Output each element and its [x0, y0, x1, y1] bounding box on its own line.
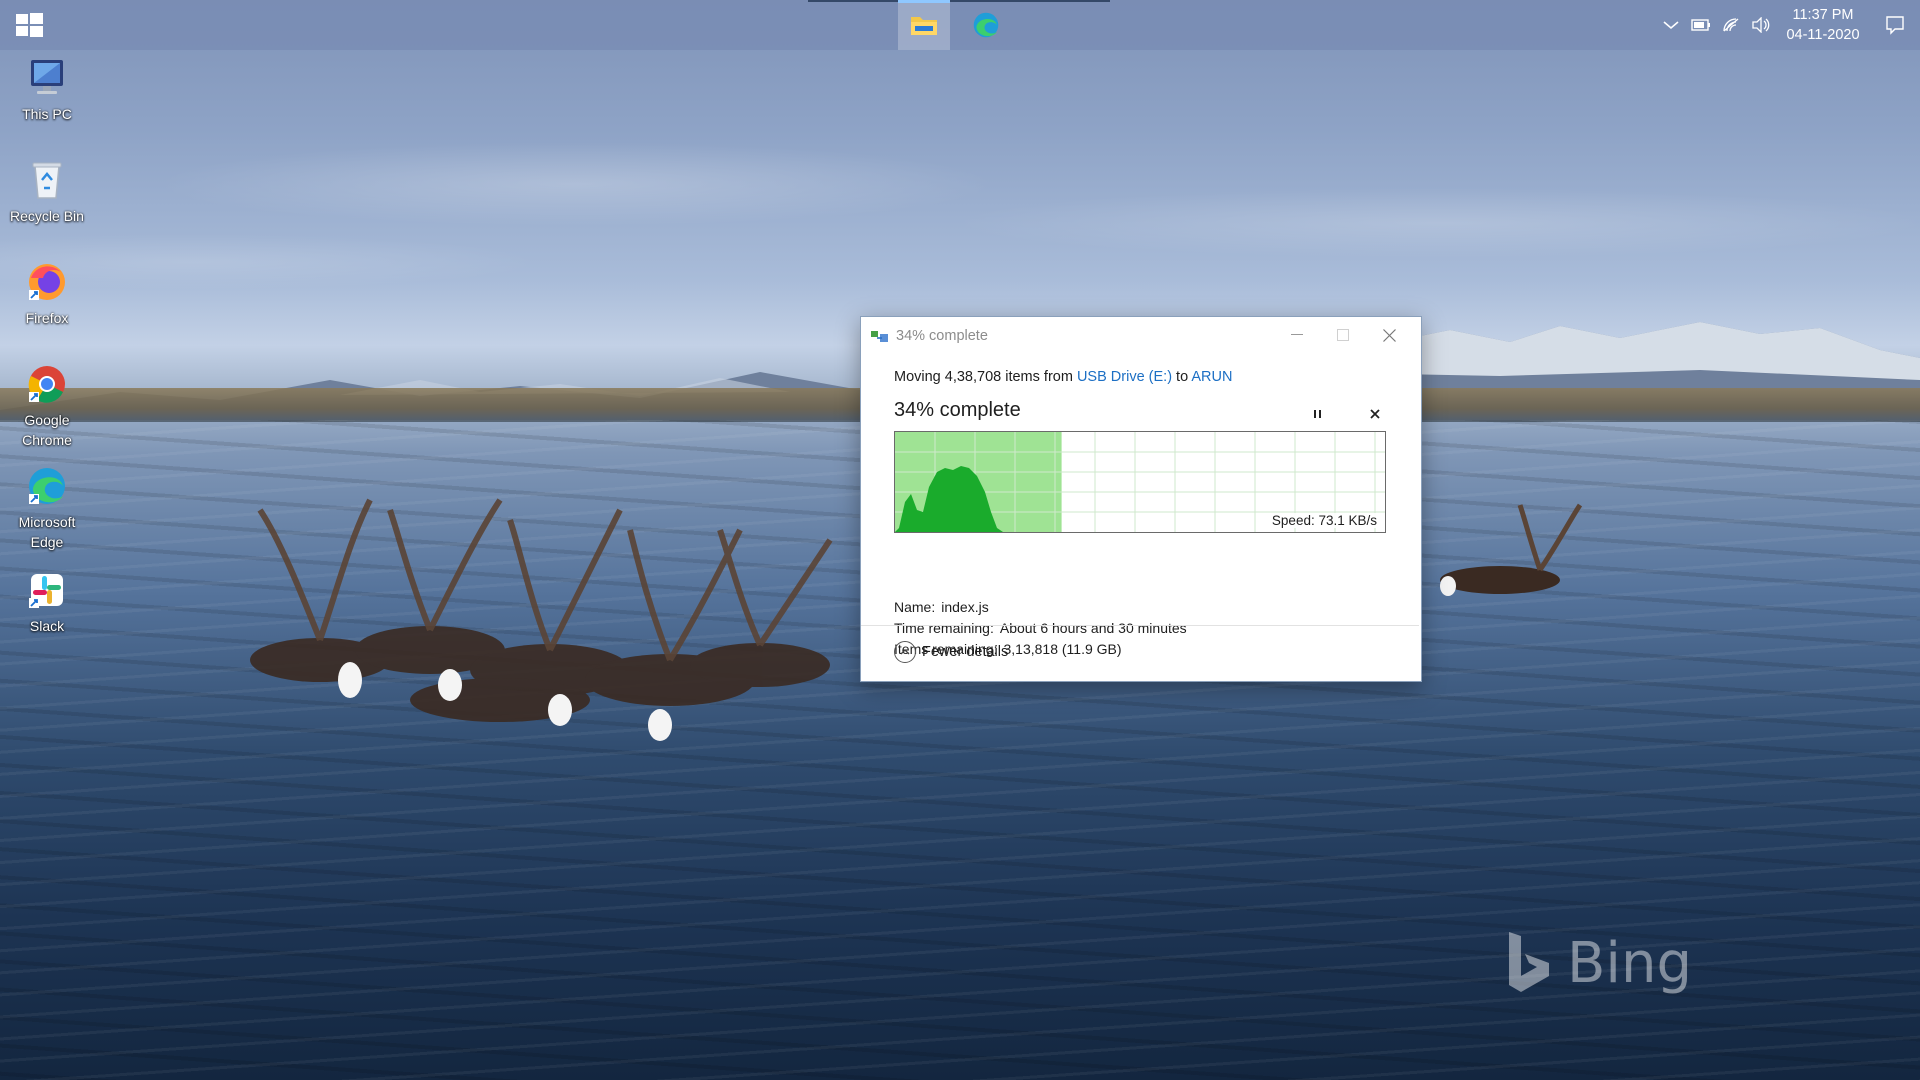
taskbar-running-indicator [808, 0, 1110, 2]
notification-icon [1886, 16, 1904, 35]
pause-button[interactable] [1307, 403, 1329, 425]
clock-time: 11:37 PM [1792, 7, 1854, 23]
desktop-icon-label: Google Chrome [22, 412, 72, 448]
desktop-icon-label: Recycle Bin [10, 208, 84, 224]
dialog-title: 34% complete [896, 328, 988, 344]
system-tray: 11:37 PM 04-11-2020 [1656, 0, 1920, 50]
desktop-icon-label: Firefox [25, 310, 69, 326]
detail-time-label: Time remaining: [894, 620, 994, 636]
dialog-content: Moving 4,38,708 items from USB Drive (E:… [894, 369, 1390, 657]
desktop-icon-label: Slack [29, 618, 65, 634]
windows-start-icon[interactable] [14, 11, 44, 39]
taskbar: 11:37 PM 04-11-2020 [0, 0, 1920, 50]
edge-icon [29, 468, 65, 504]
desktop-icon-edge[interactable]: Microsoft Edge [4, 464, 90, 552]
wallpaper-caribou-single [1440, 503, 1583, 596]
chevron-up-circle-icon [894, 641, 916, 663]
action-center-button[interactable] [1870, 0, 1920, 50]
to-word: to [1172, 369, 1192, 385]
bing-text: Bing [1567, 930, 1693, 996]
clock-date: 04-11-2020 [1786, 27, 1860, 43]
minimize-icon [1291, 334, 1303, 335]
moving-summary: Moving 4,38,708 items from USB Drive (E:… [894, 369, 1390, 385]
taskbar-active-indicator [898, 0, 950, 3]
fewer-details-label: Fewer details [922, 644, 1009, 660]
close-button[interactable] [1366, 317, 1412, 353]
wifi-icon [1723, 18, 1739, 32]
taskbar-clock[interactable]: 11:37 PM 04-11-2020 [1776, 5, 1870, 45]
chrome-icon [28, 366, 65, 403]
desktop-icon-slack[interactable]: Slack [4, 568, 90, 636]
minimize-button[interactable] [1274, 317, 1320, 353]
edge-icon [973, 12, 999, 38]
taskbar-edge[interactable] [960, 0, 1012, 50]
desktop-icon-label: This PC [22, 106, 72, 122]
volume-icon [1752, 17, 1770, 33]
close-icon [1382, 328, 1396, 342]
wallpaper-caribou [250, 498, 833, 741]
pause-icon [1314, 410, 1321, 418]
fewer-details-button[interactable]: Fewer details [894, 641, 1008, 663]
detail-time-row: Time remaining: About 6 hours and 30 minu… [894, 618, 1187, 639]
desktop-icon-firefox[interactable]: Firefox [4, 260, 90, 328]
chevron-up-icon [1663, 21, 1679, 30]
copy-operation-icon [871, 331, 888, 342]
bing-watermark: Bing [1505, 930, 1692, 996]
dialog-titlebar[interactable]: 34% complete [861, 317, 1421, 355]
desktop-icon-label: Microsoft Edge [18, 514, 76, 550]
speed-label: Speed: 73.1 KB/s [1269, 513, 1379, 528]
detail-name-label: Name: [894, 599, 936, 615]
taskbar-file-explorer[interactable] [898, 0, 950, 50]
bing-logo-icon [1509, 932, 1549, 992]
moving-prefix: Moving 4,38,708 items from [894, 369, 1077, 385]
progress-percent-heading: 34% complete [894, 399, 1021, 421]
maximize-button[interactable] [1320, 317, 1366, 353]
cancel-operation-button[interactable] [1364, 403, 1386, 425]
volume-button[interactable] [1746, 0, 1776, 50]
desktop-icon-this-pc[interactable]: This PC [4, 56, 90, 124]
source-link[interactable]: USB Drive (E:) [1077, 369, 1172, 385]
desktop-icon-recycle-bin[interactable]: Recycle Bin [4, 158, 90, 226]
dialog-divider [861, 625, 1419, 626]
transfer-speed-graph: Speed: 73.1 KB/s [894, 431, 1386, 533]
firefox-icon [29, 264, 65, 300]
battery-button[interactable] [1686, 0, 1716, 50]
this-pc-icon [31, 60, 63, 94]
detail-name-row: Name: index.js [894, 597, 1187, 618]
recycle-bin-icon [32, 162, 62, 199]
network-button[interactable] [1716, 0, 1746, 50]
folder-icon [911, 17, 937, 35]
destination-link[interactable]: ARUN [1191, 369, 1232, 385]
file-operation-dialog: 34% complete Moving 4,38,708 items from … [860, 316, 1422, 682]
cancel-icon [1370, 409, 1380, 419]
maximize-icon [1337, 329, 1349, 341]
detail-time-value: About 6 hours and 30 minutes [999, 620, 1187, 636]
detail-items-value: 3,13,818 (11.9 GB) [1003, 641, 1122, 657]
battery-icon [1691, 19, 1710, 31]
slack-icon [29, 574, 63, 608]
desktop-icon-chrome[interactable]: Google Chrome [4, 362, 90, 450]
detail-name-value: index.js [941, 599, 989, 615]
show-hidden-icons-button[interactable] [1656, 0, 1686, 50]
